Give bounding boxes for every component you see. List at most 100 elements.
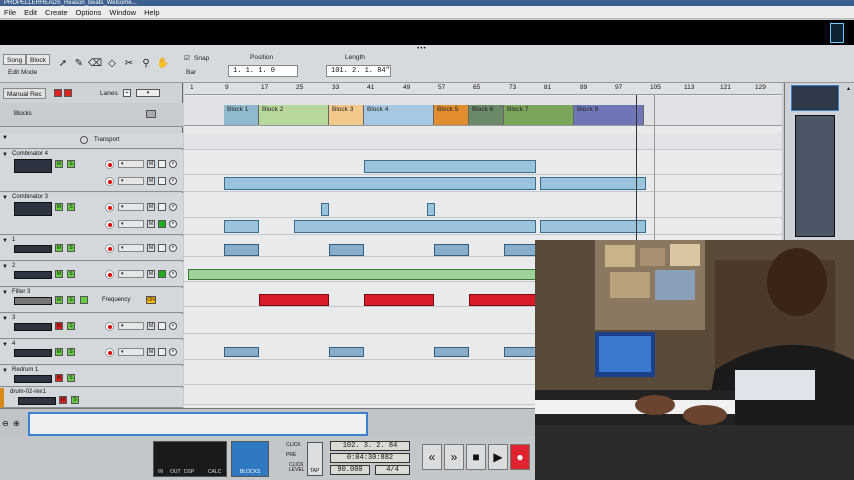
solo-button[interactable]: S — [67, 322, 75, 330]
lane-mute-button[interactable]: M — [147, 270, 155, 278]
pattern-clip[interactable] — [224, 220, 259, 233]
lane-monitor-button[interactable] — [158, 322, 166, 330]
lane-delete-icon[interactable]: × — [169, 203, 177, 211]
track-transport[interactable]: ▼ Transport — [0, 133, 183, 149]
lane-monitor-button[interactable] — [158, 160, 166, 168]
lane-record-button[interactable] — [105, 160, 114, 169]
add-lane-button[interactable]: + — [123, 89, 131, 97]
pattern-clip[interactable] — [224, 347, 259, 357]
razor-tool-icon[interactable]: ◇ — [105, 57, 119, 71]
block-clip[interactable]: Block 8 — [574, 105, 644, 125]
menu-edit[interactable]: Edit — [20, 8, 41, 17]
pattern-clip[interactable] — [540, 177, 646, 190]
arrow-tool-icon[interactable]: ➚ — [56, 57, 70, 71]
lane-record-button[interactable] — [105, 348, 114, 357]
lane-monitor-button[interactable] — [158, 348, 166, 356]
track-combinator-3[interactable]: ▼ Combinator 3 M S ▾ M × ▾ M × — [0, 193, 183, 235]
pattern-clip[interactable] — [329, 347, 364, 357]
lane-select[interactable]: ▾ — [118, 203, 144, 211]
pattern-clip[interactable] — [427, 203, 435, 216]
play-button[interactable]: ▶ — [488, 444, 508, 470]
block-clip[interactable]: Block 6 — [469, 105, 504, 125]
track-combinator-4[interactable]: ▼ Combinator 4 M S ▾ M × ▾ M × — [0, 150, 183, 192]
expand-icon[interactable]: ▼ — [2, 342, 8, 348]
lane-monitor-button[interactable] — [158, 177, 166, 185]
block-clip[interactable]: Block 7 — [504, 105, 574, 125]
mute-button[interactable]: M — [55, 374, 63, 382]
mute-button[interactable]: M — [55, 160, 63, 168]
mute-button[interactable]: M — [55, 348, 63, 356]
drag-handle[interactable]: ••• — [417, 45, 427, 52]
manual-rec-button[interactable]: Manual Rec — [3, 88, 46, 99]
expand-icon[interactable]: ▼ — [2, 316, 8, 322]
track-redrum-1[interactable]: ▼ Redrum 1 M S — [0, 366, 183, 387]
pattern-clip[interactable] — [321, 203, 329, 216]
eraser-tool-icon[interactable]: ⌫ — [88, 57, 102, 71]
combinator-3-lane-1[interactable] — [184, 201, 782, 218]
menu-help[interactable]: Help — [140, 8, 163, 17]
rack-scroll-icon[interactable]: ▴ — [847, 85, 854, 105]
position-field[interactable]: 1. 1. 1. 0 — [228, 65, 298, 77]
lane-select[interactable]: ▾ — [118, 177, 144, 185]
lane-mute-button[interactable]: M — [147, 177, 155, 185]
tap-button[interactable]: TAP — [307, 442, 323, 476]
lane-record-button[interactable] — [105, 177, 114, 186]
lane-delete-icon[interactable]: × — [169, 177, 177, 185]
pattern-clip[interactable] — [434, 244, 469, 256]
lane-monitor-button[interactable] — [158, 270, 166, 278]
solo-button[interactable]: S — [71, 396, 79, 404]
mute-button[interactable]: M — [55, 244, 63, 252]
automation-button[interactable] — [80, 296, 88, 304]
lane-record-button[interactable] — [105, 322, 114, 331]
solo-button[interactable]: S — [67, 348, 75, 356]
rack-view-thumbnail[interactable] — [791, 85, 839, 111]
lane-mute-button[interactable]: M — [147, 203, 155, 211]
lane-delete-icon[interactable]: × — [169, 244, 177, 252]
lane-mute-button[interactable]: M — [147, 160, 155, 168]
expand-icon[interactable]: ▼ — [2, 264, 8, 270]
track-4[interactable]: ▼ 4 M S ▾ M × — [0, 340, 183, 365]
fast-forward-button[interactable]: » — [444, 444, 464, 470]
lane-record-button[interactable] — [105, 203, 114, 212]
solo-button[interactable]: S — [67, 270, 75, 278]
rec-arm-all-button[interactable] — [64, 89, 72, 97]
time-display[interactable]: 0:04:30:882 — [330, 453, 410, 463]
mute-tool-icon[interactable]: ✂ — [122, 57, 136, 71]
blocks-toggle[interactable]: BLOCKS — [231, 441, 269, 477]
expand-icon[interactable]: ▼ — [2, 135, 8, 141]
menu-file[interactable]: File — [0, 8, 20, 17]
pattern-clip[interactable] — [434, 347, 469, 357]
lane-monitor-button[interactable] — [158, 220, 166, 228]
zoom-in-icon[interactable]: ⊕ — [13, 419, 20, 428]
hand-tool-icon[interactable]: ✋ — [156, 57, 170, 71]
solo-button[interactable]: S — [67, 203, 75, 211]
block-clip[interactable]: Block 2 — [259, 105, 329, 125]
song-mode-button[interactable]: Song — [3, 54, 27, 65]
lane-select[interactable]: ▾ — [118, 220, 144, 228]
lane-mute-button[interactable]: M — [147, 244, 155, 252]
lane-select[interactable]: ▾ — [118, 244, 144, 252]
lane-mute-button[interactable]: M — [147, 220, 155, 228]
automation-clip[interactable] — [469, 294, 539, 306]
length-field[interactable]: 101. 2. 1. 84" — [326, 65, 391, 77]
rewind-button[interactable]: « — [422, 444, 442, 470]
blocks-toggle-button[interactable] — [146, 110, 156, 118]
pattern-clip[interactable] — [329, 244, 364, 256]
automation-clip[interactable] — [364, 294, 434, 306]
lane-delete-icon[interactable]: × — [169, 220, 177, 228]
lane-select[interactable]: ▾ — [118, 348, 144, 356]
timeline-ruler[interactable]: 1 9 17 25 33 41 49 57 65 73 81 89 97 105… — [184, 83, 782, 95]
mute-button[interactable]: M — [55, 296, 63, 304]
mute-button[interactable]: M — [55, 203, 63, 211]
menu-create[interactable]: Create — [41, 8, 72, 17]
block-clip[interactable]: Block 3 — [329, 105, 364, 125]
pattern-clip[interactable] — [224, 244, 259, 256]
automation-clip[interactable] — [259, 294, 329, 306]
lane-delete-icon[interactable]: × — [169, 270, 177, 278]
solo-button[interactable]: S — [67, 296, 75, 304]
lane-select[interactable]: ▾ — [118, 270, 144, 278]
rack-minimap[interactable] — [795, 115, 835, 237]
magnify-tool-icon[interactable]: ⚲ — [139, 57, 153, 71]
record-button[interactable]: ● — [510, 444, 530, 470]
pattern-clip[interactable] — [364, 160, 536, 173]
